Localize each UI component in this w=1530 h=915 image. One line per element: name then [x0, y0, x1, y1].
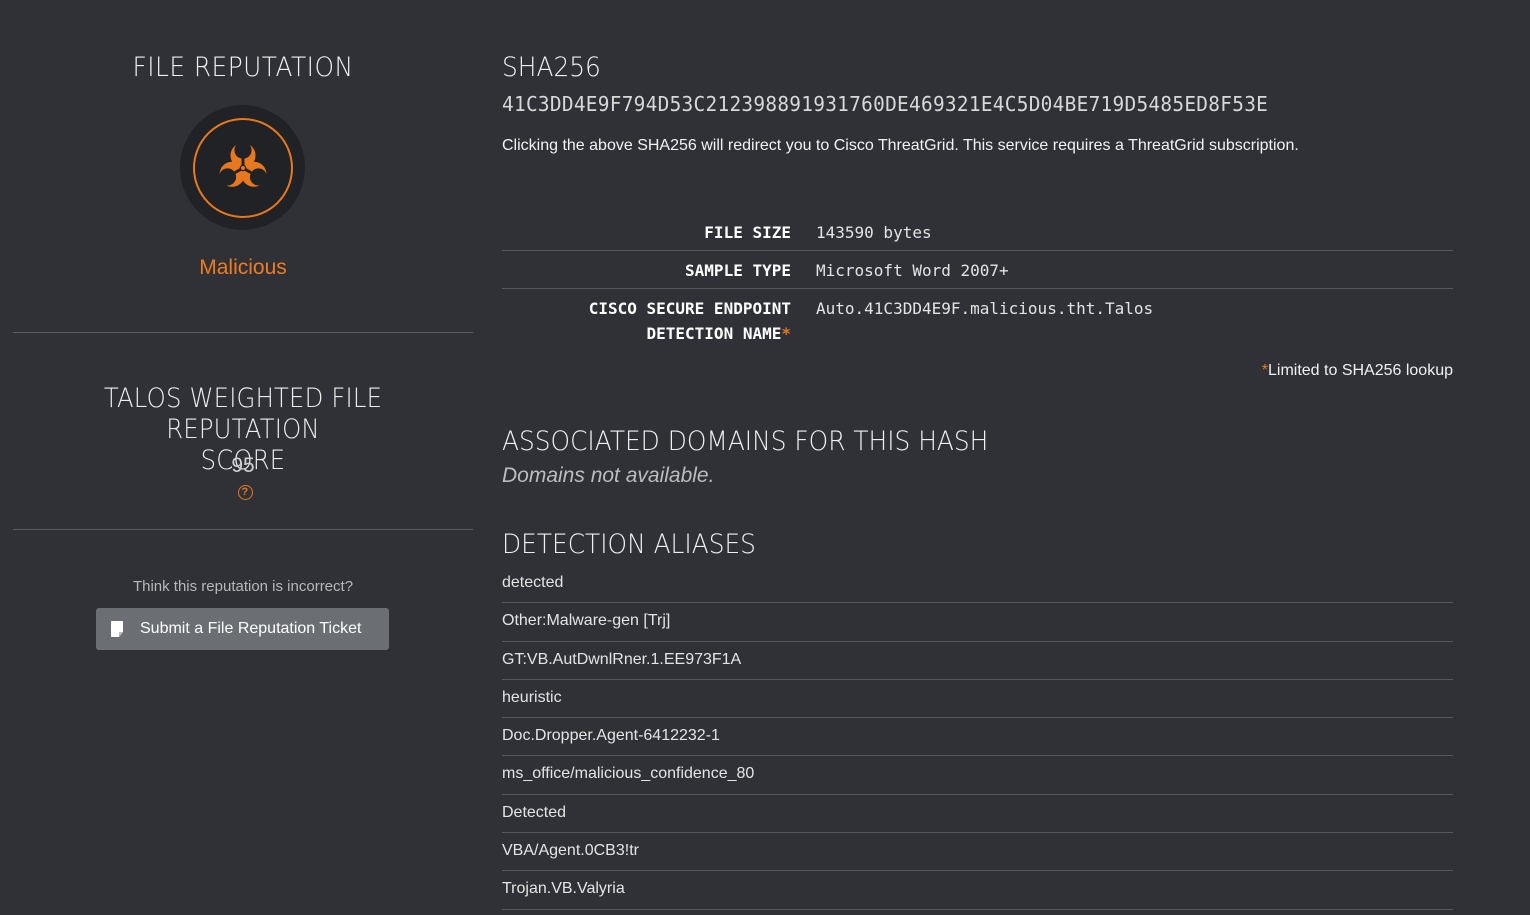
domains-empty-message: Domains not available.	[502, 464, 715, 487]
biohazard-icon	[219, 142, 266, 187]
incorrect-prompt: Think this reputation is incorrect?	[132, 578, 354, 595]
file-size-value: 143590 bytes	[816, 223, 932, 242]
score-value: 95	[231, 454, 255, 477]
aliases-list: detected Other:Malware-gen [Trj] GT:VB.A…	[502, 565, 1453, 910]
file-info-row: SAMPLE TYPE Microsoft Word 2007+	[502, 251, 1453, 289]
aliases-heading: DETECTION ALIASES	[502, 529, 756, 560]
verdict-label: Malicious	[199, 256, 287, 279]
sample-type-value: Microsoft Word 2007+	[816, 261, 1009, 280]
file-info-table: FILE SIZE 143590 bytes SAMPLE TYPE Micro…	[502, 213, 1453, 351]
score-title: TALOS WEIGHTED FILE REPUTATION SCORE?	[13, 383, 473, 507]
domains-heading: ASSOCIATED DOMAINS FOR THIS HASH	[502, 426, 989, 457]
detection-name-key: CISCO SECURE ENDPOINT DETECTION NAME*	[502, 289, 791, 351]
sample-type-key: SAMPLE TYPE	[685, 261, 791, 280]
alias-item: Trojan.VB.Valyria	[502, 871, 1453, 910]
biohazard-ring	[192, 117, 293, 218]
biohazard-badge	[180, 105, 305, 230]
divider	[13, 529, 473, 530]
document-icon	[111, 621, 123, 637]
alias-item: GT:VB.AutDwnlRner.1.EE973F1A	[502, 642, 1453, 680]
alias-item: detected	[502, 565, 1453, 604]
submit-ticket-label: Submit a File Reputation Ticket	[140, 620, 362, 637]
asterisk-marker: *	[781, 324, 791, 343]
question-circle-icon[interactable]: ?	[237, 485, 253, 500]
limited-note-text: Limited to SHA256 lookup	[1268, 362, 1453, 379]
alias-item: VBA/Agent.0CB3!tr	[502, 833, 1453, 872]
file-info-row: CISCO SECURE ENDPOINT DETECTION NAME* Aut…	[502, 289, 1453, 351]
alias-item: heuristic	[502, 680, 1453, 719]
alias-item: Detected	[502, 795, 1453, 834]
submit-ticket-button[interactable]: Submit a File Reputation Ticket	[96, 608, 389, 650]
detection-name-key-text: CISCO SECURE ENDPOINT DETECTION NAME	[588, 299, 791, 343]
detection-name-value: Auto.41C3DD4E9F.malicious.tht.Talos	[816, 299, 1154, 318]
sha256-link[interactable]: 41C3DD4E9F794D53C212398891931760DE469321…	[502, 92, 1268, 116]
file-info-row: FILE SIZE 143590 bytes	[502, 213, 1453, 251]
alias-item: ms_office/malicious_confidence_80	[502, 756, 1453, 795]
sha256-heading: SHA256	[502, 52, 601, 83]
sha256-note: Clicking the above SHA256 will redirect …	[502, 137, 1299, 154]
alias-item: Other:Malware-gen [Trj]	[502, 603, 1453, 642]
divider	[13, 332, 473, 333]
file-size-key: FILE SIZE	[704, 223, 791, 242]
limited-note: *Limited to SHA256 lookup	[1262, 362, 1453, 380]
file-reputation-title: FILE REPUTATION	[132, 52, 354, 83]
alias-item: Doc.Dropper.Agent-6412232-1	[502, 718, 1453, 757]
